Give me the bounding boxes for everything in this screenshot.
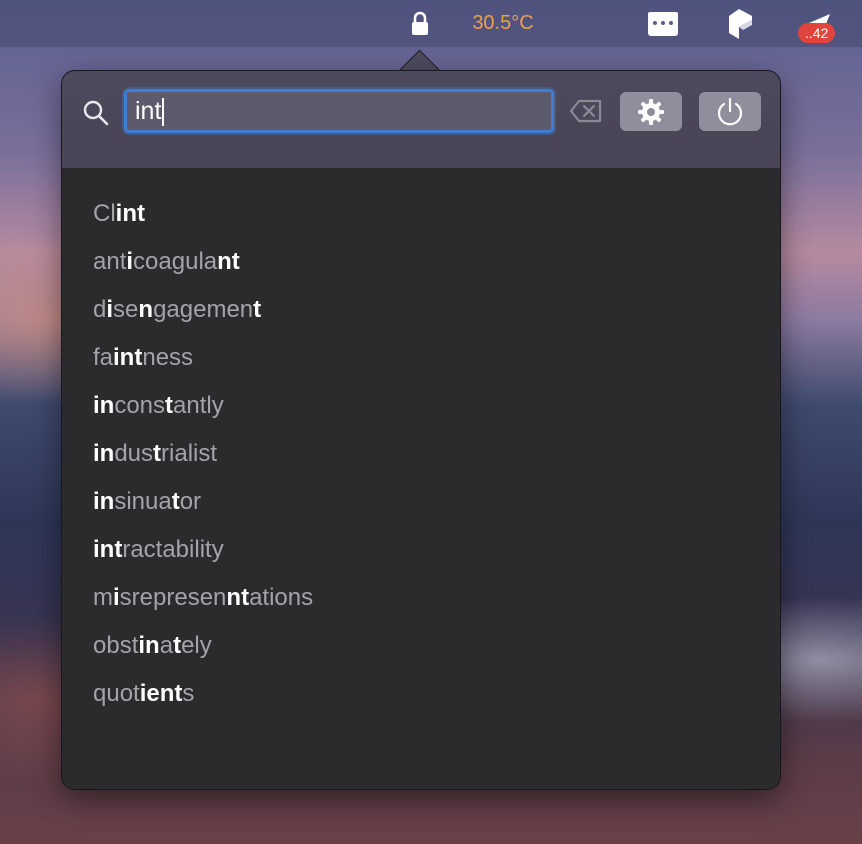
match-highlight: int [113, 344, 143, 371]
result-text: dus [114, 440, 154, 467]
popover-header: int [62, 71, 780, 168]
result-text: ely [181, 632, 212, 659]
search-icon [83, 100, 109, 126]
match-highlight: t [165, 392, 174, 419]
menu-bar: 30.5°C ..42 [0, 0, 862, 47]
result-text: sinua [114, 488, 172, 515]
result-text: ant [93, 248, 127, 275]
cube-icon[interactable] [720, 0, 758, 47]
power-button[interactable] [699, 92, 761, 131]
result-text: coagula [133, 248, 218, 275]
match-highlight: t [153, 440, 162, 467]
result-text: fa [93, 344, 114, 371]
clear-input-icon[interactable] [569, 98, 603, 124]
search-popover: int Clint anticoagulant disengagement fa… [61, 70, 781, 790]
result-text: m [93, 584, 113, 611]
match-highlight: n [138, 296, 154, 323]
result-text: or [179, 488, 202, 515]
result-text: Cl [93, 200, 116, 227]
results-list: Clint anticoagulant disengagement faintness… [93, 199, 313, 727]
match-highlight: ie [139, 680, 160, 707]
match-highlight: in [138, 632, 160, 659]
match-highlight: i [113, 584, 120, 611]
result-item[interactable]: disengagement [93, 295, 313, 343]
match-highlight: int [115, 200, 145, 227]
result-text: cons [114, 392, 166, 419]
result-text: antly [173, 392, 224, 419]
window-dots-icon-glyph [648, 11, 678, 36]
result-text: rialist [161, 440, 218, 467]
result-text: d [93, 296, 107, 323]
match-highlight: t [171, 488, 180, 515]
result-text: obst [93, 632, 139, 659]
result-item[interactable]: Clint [93, 199, 313, 247]
match-highlight: t [253, 296, 262, 323]
match-highlight: nt [159, 680, 183, 707]
notification-badge: ..42 [798, 23, 836, 43]
result-text: quot [93, 680, 140, 707]
result-item[interactable]: misrepresenntations [93, 583, 313, 631]
match-highlight: in [93, 440, 115, 467]
result-item[interactable]: anticoagulant [93, 247, 313, 295]
temperature-readout[interactable]: 30.5°C [458, 0, 548, 47]
result-text: srepresen [119, 584, 227, 611]
match-highlight: int [93, 536, 123, 563]
power-icon [717, 97, 743, 125]
match-highlight: in [93, 392, 115, 419]
result-item[interactable]: quotients [93, 679, 313, 727]
result-item[interactable]: insinuator [93, 487, 313, 535]
result-item[interactable]: intractability [93, 535, 313, 583]
settings-button[interactable] [620, 92, 682, 131]
result-text: a [159, 632, 174, 659]
match-highlight: in [93, 488, 115, 515]
text-caret [162, 98, 164, 127]
lock-icon-glyph [412, 11, 428, 35]
search-input[interactable]: int [124, 89, 554, 133]
match-highlight: nt [226, 584, 250, 611]
match-highlight: t [173, 632, 182, 659]
result-text: ations [249, 584, 314, 611]
result-text: s [182, 680, 195, 707]
result-item[interactable]: inconstantly [93, 391, 313, 439]
cube-icon-glyph [729, 8, 752, 39]
result-text: se [113, 296, 139, 323]
gear-icon [638, 98, 664, 125]
result-item[interactable]: faintness [93, 343, 313, 391]
match-highlight: nt [217, 248, 240, 275]
search-input-value: int [135, 97, 162, 125]
result-text: ractability [122, 536, 224, 563]
result-item[interactable]: obstinately [93, 631, 313, 679]
result-text: gagemen [153, 296, 254, 323]
window-dots-icon[interactable] [644, 0, 682, 47]
lock-icon[interactable] [406, 0, 434, 47]
result-item[interactable]: industrialist [93, 439, 313, 487]
result-text: ness [142, 344, 194, 371]
